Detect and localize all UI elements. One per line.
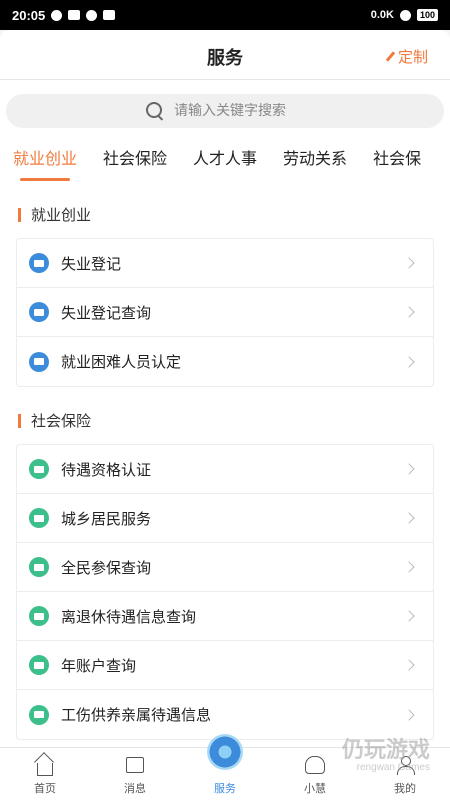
page-title: 服务	[207, 48, 243, 69]
list-item[interactable]: 年账户查询	[17, 641, 433, 690]
chat-icon	[86, 9, 98, 21]
chevron-right-icon	[403, 306, 415, 318]
chevron-right-icon	[403, 355, 415, 368]
id-card-icon	[29, 253, 49, 273]
chevron-right-icon	[403, 512, 415, 524]
speaker-icon	[124, 754, 146, 776]
list-item-label: 年账户查询	[61, 656, 137, 675]
mail-icon	[29, 704, 49, 725]
tab-labor-relations[interactable]: 劳动关系	[270, 146, 360, 182]
home-icon	[34, 754, 56, 776]
services-fab-icon	[207, 734, 243, 770]
tab-social-insurance[interactable]: 社会保险	[90, 146, 180, 182]
notification-icon	[51, 9, 63, 21]
list-item-label: 待遇资格认证	[61, 460, 152, 479]
mail-icon	[29, 606, 49, 626]
customize-button[interactable]: 定制	[385, 46, 428, 67]
tabbar-home[interactable]: 首页	[0, 748, 90, 800]
mail-icon	[29, 302, 49, 322]
list-item[interactable]: 工伤供养亲属待遇信息	[17, 690, 433, 739]
list-item[interactable]: 离退休待遇信息查询	[17, 592, 433, 641]
list-item-label: 离退休待遇信息查询	[61, 607, 197, 626]
chevron-right-icon	[403, 659, 415, 671]
list-item-label: 城乡居民服务	[61, 509, 152, 528]
list-item[interactable]: 就业困难人员认定	[17, 337, 433, 386]
tab-employment[interactable]: 就业创业	[0, 146, 90, 182]
chevron-right-icon	[403, 610, 415, 622]
status-bar: 20:05 0.0K 100	[0, 0, 450, 30]
watermark: 仍玩游戏 rengwan Games	[265, 738, 430, 774]
tabbar-label: 我的	[394, 782, 416, 795]
tabbar-label: 首页	[34, 782, 56, 795]
category-tabs: 就业创业 社会保险 人才人事 劳动关系 社会保	[0, 146, 450, 182]
tab-talent-personnel[interactable]: 人才人事	[180, 146, 270, 182]
watermark-text: 仍玩游戏	[341, 737, 430, 762]
mail-icon	[29, 655, 49, 675]
mail-icon	[29, 508, 49, 528]
tabbar-label: 消息	[124, 782, 146, 795]
tabbar-label: 服务	[214, 782, 236, 795]
battery-level: 100	[416, 9, 438, 21]
list-item[interactable]: 全民参保查询	[17, 543, 433, 592]
list-item-label: 失业登记	[61, 254, 122, 273]
person-add-icon	[29, 351, 49, 372]
android-icon	[68, 10, 81, 20]
section-title-social-insurance: 社会保险	[18, 410, 91, 431]
list-item-label: 工伤供养亲属待遇信息	[61, 706, 212, 724]
section-title-employment: 就业创业	[18, 204, 91, 225]
tabbar-label: 小慧	[304, 782, 326, 795]
tab-social-more[interactable]: 社会保	[360, 146, 434, 182]
list-item[interactable]: 失业登记查询	[17, 288, 433, 337]
mail-icon	[29, 459, 49, 479]
section-marker	[18, 207, 21, 222]
employment-card: 失业登记 失业登记查询 就业困难人员认定	[16, 238, 434, 387]
search-input[interactable]	[174, 103, 304, 119]
chevron-right-icon	[403, 257, 415, 269]
section-title-text: 就业创业	[31, 206, 92, 224]
image-icon	[103, 10, 116, 20]
wifi-icon	[399, 9, 411, 21]
network-speed: 0.0K	[370, 9, 394, 21]
chevron-right-icon	[403, 561, 415, 573]
search-icon	[146, 102, 164, 120]
chevron-right-icon	[403, 708, 415, 721]
section-marker	[18, 413, 21, 428]
search-bar[interactable]	[6, 94, 444, 128]
list-item-label: 就业困难人员认定	[61, 353, 182, 371]
section-title-text: 社会保险	[31, 412, 92, 430]
service-content[interactable]: 就业创业 社会保险 人才人事 劳动关系 社会保 就业创业 失业登记 失业登记查询…	[0, 80, 450, 747]
list-item[interactable]: 待遇资格认证	[17, 445, 433, 494]
social-insurance-card: 待遇资格认证 城乡居民服务 全民参保查询 离退休待遇信息查询 年账户查询 工伤供…	[16, 444, 434, 740]
watermark-subtext: rengwan Games	[356, 762, 430, 773]
status-time: 20:05	[12, 7, 46, 23]
list-item-label: 失业登记查询	[61, 303, 152, 322]
list-item-label: 全民参保查询	[61, 558, 152, 577]
chevron-right-icon	[403, 463, 415, 475]
tabbar-messages[interactable]: 消息	[90, 748, 180, 800]
list-item[interactable]: 城乡居民服务	[17, 494, 433, 543]
customize-label: 定制	[397, 48, 428, 66]
mail-icon	[29, 557, 49, 577]
list-item[interactable]: 失业登记	[17, 239, 433, 288]
tabbar-services[interactable]: 服务	[180, 734, 270, 800]
page-header: 服务 定制	[0, 30, 450, 80]
